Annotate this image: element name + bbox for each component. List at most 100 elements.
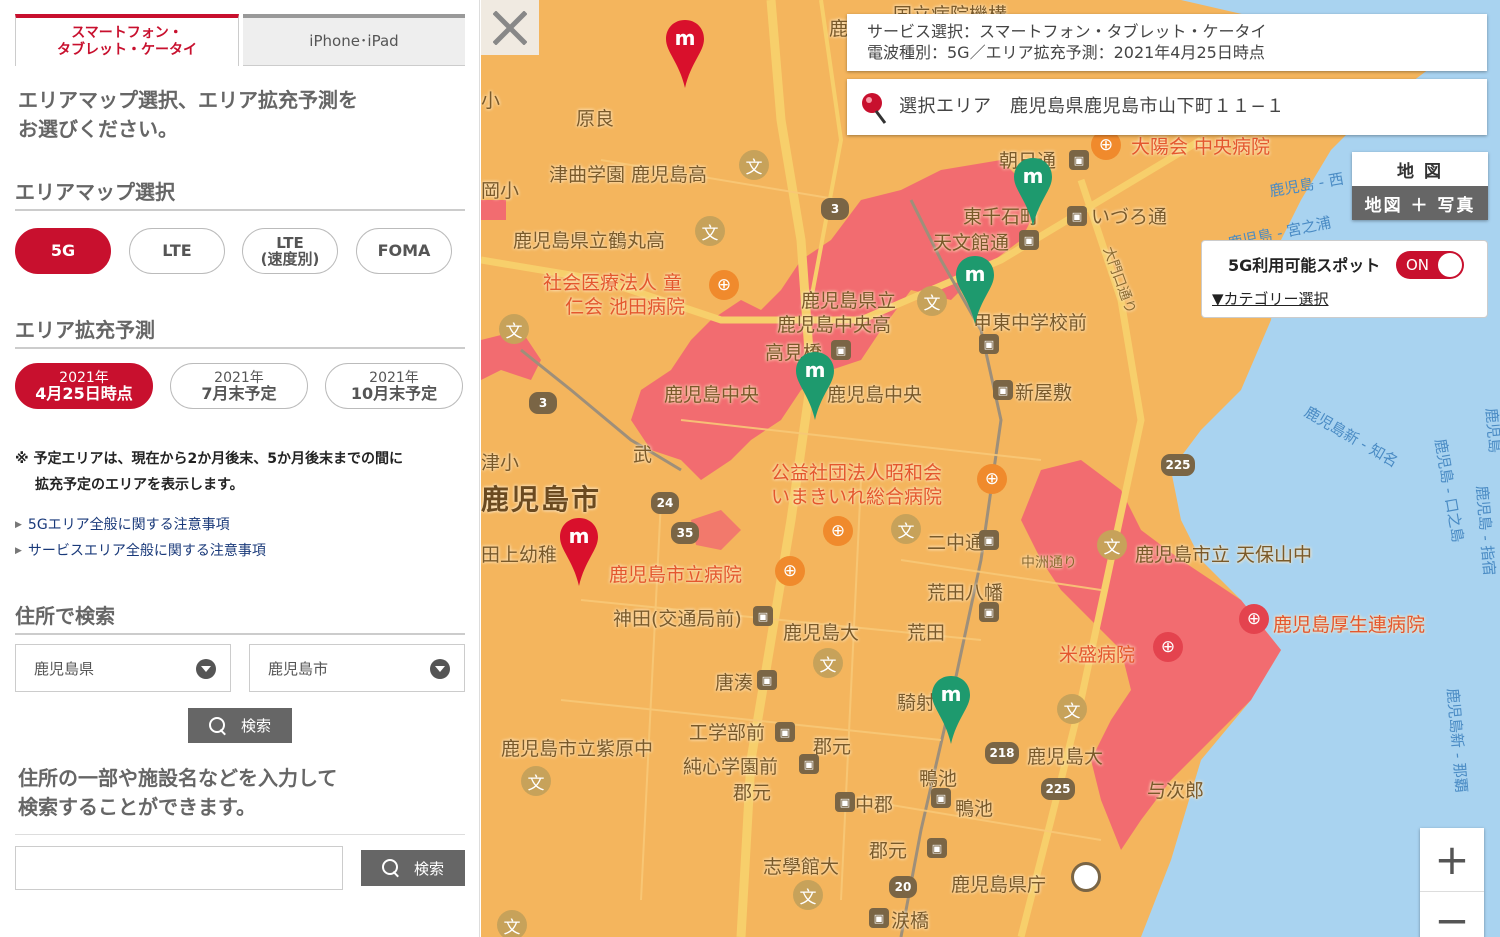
forecast-note: ※ 予定エリアは、現在から2か月後末、5か月後末までの間に 拡充予定のエリアを表… — [15, 446, 465, 498]
school-icon: 文 — [739, 150, 769, 180]
map-label-korimoto-jr: 郡元 — [733, 782, 772, 804]
location-pin-icon — [862, 93, 887, 124]
docomo-shop-pin[interactable]: m — [665, 18, 705, 90]
selected-area-box: 選択エリア 鹿児島県鹿児島市山下町１１−１ — [847, 79, 1487, 135]
tram-stop-icon: ▣ — [1069, 150, 1089, 170]
city-select[interactable]: 鹿児島市 — [249, 644, 465, 692]
keyword-search-button[interactable]: 検索 — [361, 850, 465, 886]
5g-spot-pin[interactable]: m — [795, 350, 835, 422]
lead-text: エリアマップ選択、エリア拡充予測を お選びください。 — [18, 88, 358, 141]
map-label-ikeda-1: 社会医療法人 童 — [543, 272, 683, 294]
svg-text:m: m — [1023, 164, 1044, 188]
keyword-input[interactable] — [15, 846, 343, 890]
area-5g-button[interactable]: 5G — [15, 228, 111, 274]
map-label-nakagori: 中郡 — [855, 794, 894, 816]
map-label-aratahachiman: 荒田八幡 — [927, 582, 1004, 604]
5g-spot-pin[interactable]: m — [955, 254, 995, 326]
service-tabs: スマートフォン・ タブレット・ケータイ iPhone･iPad — [15, 14, 465, 66]
category-select-link[interactable]: ▼カテゴリー選択 — [1212, 288, 1329, 309]
school-icon: 文 — [813, 648, 843, 678]
map-type-map-button[interactable]: 地 図 — [1352, 152, 1488, 186]
tram-stop-icon: ▣ — [931, 788, 951, 808]
svg-text:m: m — [569, 524, 590, 548]
note-line-2: 拡充予定のエリアを表示します。 — [35, 477, 244, 493]
map-label-taiyokai: 大陽会 中央病院 — [1131, 136, 1271, 158]
map-label-ikeda-2: 仁会 池田病院 — [565, 296, 686, 318]
route-shield: 35 — [671, 522, 699, 544]
chevron-down-icon — [196, 659, 216, 679]
map-label-kagoshima-chuo-station: 鹿児島中央 — [664, 384, 760, 406]
school-icon: 文 — [521, 766, 551, 796]
address-search-heading: 住所で検索 — [15, 600, 465, 635]
close-icon — [493, 10, 527, 45]
school-icon: 文 — [695, 216, 725, 246]
area-lte-speed-button[interactable]: LTE (速度別) — [242, 228, 338, 274]
school-icon: 文 — [1097, 530, 1127, 560]
government-icon — [1071, 862, 1101, 892]
forecast-apr-button[interactable]: 2021年 4月25日時点 — [15, 363, 153, 409]
map-type-photo-button[interactable]: 地図 ＋ 写真 — [1352, 186, 1488, 220]
tram-stop-icon: ▣ — [979, 602, 999, 622]
address-search-button[interactable]: 検索 — [188, 708, 292, 743]
route-shield: 218 — [985, 742, 1019, 764]
5g-spot-pin[interactable]: m — [931, 674, 971, 746]
tram-stop-icon: ▣ — [1067, 206, 1087, 226]
search-panel: スマートフォン・ タブレット・ケータイ iPhone･iPad エリアマップ選択… — [0, 0, 480, 937]
docomo-shop-pin[interactable]: m — [559, 516, 599, 588]
zoom-in-button[interactable]: + — [1420, 828, 1484, 892]
zoom-out-button[interactable]: − — [1420, 892, 1484, 937]
school-icon: 文 — [499, 314, 529, 344]
forecast-jul-label: 7月末予定 — [201, 384, 277, 403]
map-label-harara: 原良 — [576, 108, 615, 130]
keyword-hint: 住所の一部や施設名などを入力して 検索することができます。 — [18, 766, 338, 819]
map-label-tsurumaru: 鹿児島県立鶴丸高 — [513, 230, 666, 252]
hospital-icon: ⊕ — [1239, 604, 1269, 634]
5g-spot-toggle[interactable]: ON — [1396, 251, 1464, 279]
area-map-heading: エリアマップ選択 — [15, 176, 465, 211]
selected-area-text: 選択エリア 鹿児島県鹿児島市山下町１１−１ — [899, 96, 1285, 117]
map-label-toso: 唐湊 — [715, 672, 754, 694]
tab-smartphone[interactable]: スマートフォン・ タブレット・ケータイ — [15, 14, 239, 66]
map-label-kagoshima-univ-2: 鹿児島大 — [1027, 746, 1104, 768]
route-shield: 24 — [651, 492, 679, 514]
link-service-notice[interactable]: サービスエリア全般に関する注意事項 — [15, 540, 266, 560]
prefecture-select[interactable]: 鹿児島県 — [15, 644, 231, 692]
school-icon: 文 — [917, 286, 947, 316]
map-label-tagami: 田上幼稚 — [481, 544, 558, 566]
coverage-map[interactable]: 国立病院機構 鹿児島 原良 津曲学園 鹿児島高 鹿児島県立鶴丸高 社会医療法人 … — [481, 0, 1500, 937]
svg-text:m: m — [675, 26, 696, 50]
map-label-kamoike-1: 鴨池 — [919, 768, 958, 790]
tram-stop-icon: ▣ — [979, 334, 999, 354]
service-info-box: サービス選択：スマートフォン・タブレット・ケータイ 電波種別：5G／エリア拡充予… — [847, 14, 1487, 71]
5g-spot-pin[interactable]: m — [1013, 156, 1053, 228]
service-info-line-1: サービス選択：スマートフォン・タブレット・ケータイ — [867, 22, 1267, 41]
svg-text:m: m — [965, 262, 986, 286]
map-label-kagoshima-chuo-tram: 鹿児島中央 — [827, 384, 923, 406]
service-info-line-2: 電波種別：5G／エリア拡充予測：2021年4月25日時点 — [867, 43, 1265, 62]
tram-stop-icon: ▣ — [775, 722, 795, 742]
map-label-kogakubumae: 工学部前 — [689, 722, 766, 744]
map-label-city-hospital: 鹿児島市立病院 — [609, 564, 743, 586]
forecast-jul-button[interactable]: 2021年 7月末予定 — [170, 363, 308, 409]
school-icon: 文 — [497, 910, 527, 937]
note-line-1: ※ 予定エリアは、現在から2か月後末、5か月後末までの間に — [15, 451, 403, 467]
link-5g-notice[interactable]: 5Gエリア全般に関する注意事項 — [15, 514, 230, 534]
map-label-tsumagari: 津曲学園 鹿児島高 — [549, 164, 708, 186]
tab-iphone[interactable]: iPhone･iPad — [243, 14, 465, 66]
map-label-korimoto-1: 郡元 — [813, 736, 852, 758]
route-shield: 3 — [821, 198, 849, 220]
map-label-junshin: 純心学園前 — [683, 756, 779, 778]
5g-spot-toggle-label: ON — [1406, 256, 1430, 274]
map-label-kanda: 神田(交通局前) — [613, 608, 742, 630]
forecast-oct-button[interactable]: 2021年 10月末予定 — [325, 363, 463, 409]
route-shield: 225 — [1161, 454, 1195, 476]
close-map-button[interactable] — [481, 0, 539, 55]
map-label-izurodori: いづろ通 — [1091, 206, 1168, 228]
prefecture-value: 鹿児島県 — [34, 659, 95, 678]
map-label-murasakibaru: 鹿児島市立紫原中 — [501, 738, 654, 760]
area-foma-button[interactable]: FOMA — [356, 228, 452, 274]
map-label-prefectural-office: 鹿児島県庁 — [951, 874, 1047, 896]
area-lte-button[interactable]: LTE — [129, 228, 225, 274]
svg-text:m: m — [941, 682, 962, 706]
hospital-icon: ⊕ — [775, 556, 805, 586]
